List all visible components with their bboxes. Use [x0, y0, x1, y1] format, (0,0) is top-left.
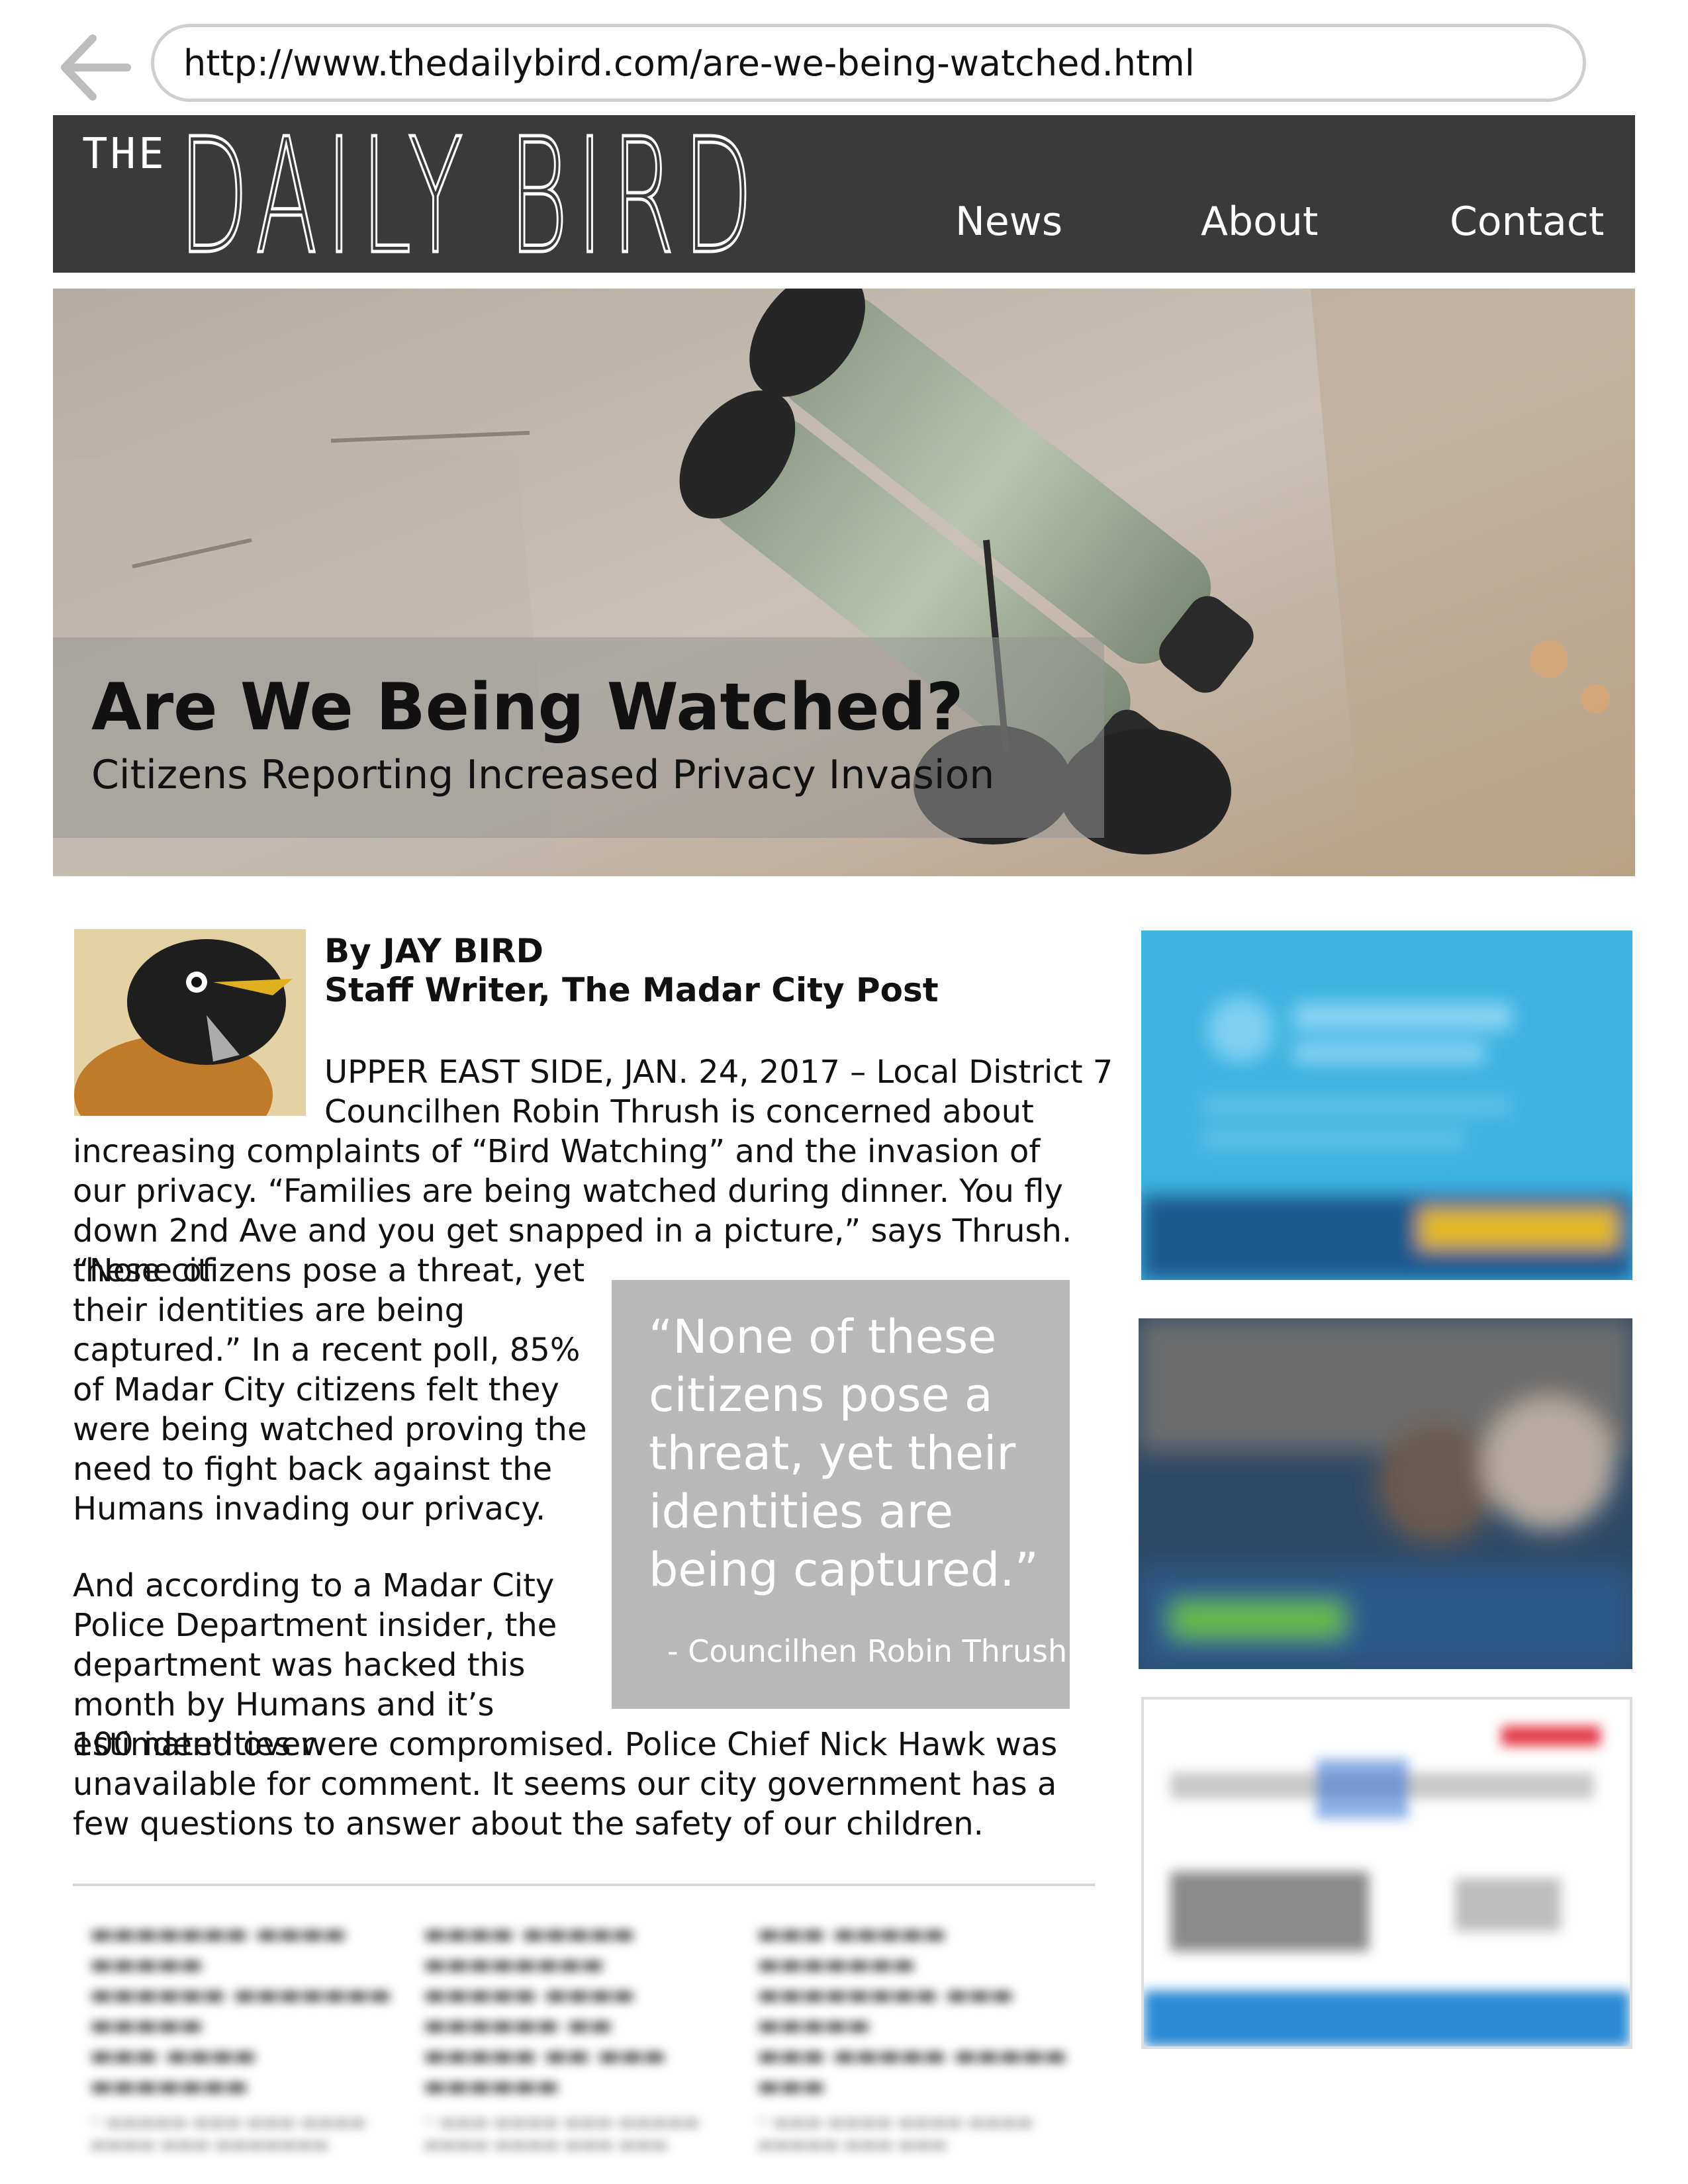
pull-quote-text: “None of these citizens pose a threat, y… [649, 1310, 1039, 1597]
related-story[interactable]: ▬▬▬▬▬▬▬ ▬▬▬▬ ▬▬▬▬▬ ▬▬▬▬▬▬ ▬▬▬▬▬▬▬ ▬▬▬▬▬ ▬▬… [90, 1919, 401, 2156]
pull-quote-attribution: - Councilhen Robin Thrush [667, 1633, 1068, 1669]
ad-image [1144, 1700, 1630, 2046]
body-paragraph: these citizens pose a threat, yet their … [73, 1252, 587, 1527]
nav-news[interactable]: News [955, 199, 1062, 245]
ad-banner-2[interactable] [1139, 1318, 1632, 1669]
byline-name: By JAY BIRD [324, 932, 543, 970]
dateline-line: Councilhen Robin Thrush is concerned abo… [324, 1093, 1034, 1130]
related-story-headline: ▬▬▬▬ ▬▬▬▬▬ ▬▬▬▬▬▬▬▬ ▬▬▬▬▬ ▬▬▬▬ ▬▬▬▬▬▬ ▬▬ ▬… [424, 1921, 666, 2100]
address-bar[interactable]: http://www.thedailybird.com/are-we-being… [151, 24, 1586, 102]
dateline: UPPER EAST SIDE, JAN. 24, 2017 – Local D… [324, 1052, 1113, 1132]
nav-about[interactable]: About [1201, 199, 1318, 245]
article-subtitle: Citizens Reporting Increased Privacy Inv… [91, 752, 995, 798]
site-logo[interactable]: DAILY BIRD [179, 111, 774, 270]
related-story-headline: ▬▬▬ ▬▬▬▬▬ ▬▬▬▬▬▬▬ ▬▬▬▬▬▬▬▬ ▬▬▬ ▬▬▬▬▬ ▬▬▬ ▬… [757, 1921, 1067, 2100]
url-text: http://www.thedailybird.com/are-we-being… [183, 42, 1195, 84]
ad-banner-3[interactable] [1141, 1697, 1632, 2049]
ad-image [1139, 1318, 1632, 1669]
related-story-summary: • ▬▬▬ ▬▬▬▬ ▬▬▬ ▬▬▬▬▬ ▬▬▬▬ ▬▬▬▬ ▬▬▬ ▬▬▬ [424, 2113, 700, 2155]
nav-contact[interactable]: Contact [1450, 199, 1604, 245]
logo-prefix: THE [82, 130, 167, 179]
arrow-left-icon [61, 34, 131, 101]
related-story[interactable]: ▬▬▬ ▬▬▬▬▬ ▬▬▬▬▬▬▬ ▬▬▬▬▬▬▬▬ ▬▬▬ ▬▬▬▬▬ ▬▬▬ ▬… [757, 1919, 1068, 2156]
related-story-summary: • ▬▬▬▬▬ ▬▬▬ ▬▬▬ ▬▬▬▬ ▬▬▬▬ ▬▬▬ ▬▬▬▬▬▬▬ [90, 2113, 366, 2155]
author-photo [74, 929, 306, 1116]
byline-role: Staff Writer, The Madar City Post [324, 971, 939, 1009]
ad-image [1141, 931, 1632, 1280]
article-title: Are We Being Watched? [91, 670, 964, 745]
related-story-summary: • ▬▬▬ ▬▬▬▬ ▬▬▬▬ ▬▬▬▬ ▬▬▬▬▬ ▬▬▬ ▬▬▬ [757, 2113, 1033, 2155]
divider [73, 1884, 1095, 1886]
logo-name: DAILY BIRD [179, 111, 761, 270]
body-paragraph: 100 identities were compromised. Police … [73, 1726, 1058, 1843]
back-button[interactable] [58, 33, 131, 106]
related-story-headline: ▬▬▬▬▬▬▬ ▬▬▬▬ ▬▬▬▬▬ ▬▬▬▬▬▬ ▬▬▬▬▬▬▬ ▬▬▬▬▬ ▬▬… [90, 1921, 391, 2100]
dateline-line: UPPER EAST SIDE, JAN. 24, 2017 – Local D… [324, 1054, 1113, 1091]
related-story[interactable]: ▬▬▬▬ ▬▬▬▬▬ ▬▬▬▬▬▬▬▬ ▬▬▬▬▬ ▬▬▬▬ ▬▬▬▬▬▬ ▬▬ ▬… [424, 1919, 735, 2156]
ad-banner-1[interactable] [1141, 931, 1632, 1280]
